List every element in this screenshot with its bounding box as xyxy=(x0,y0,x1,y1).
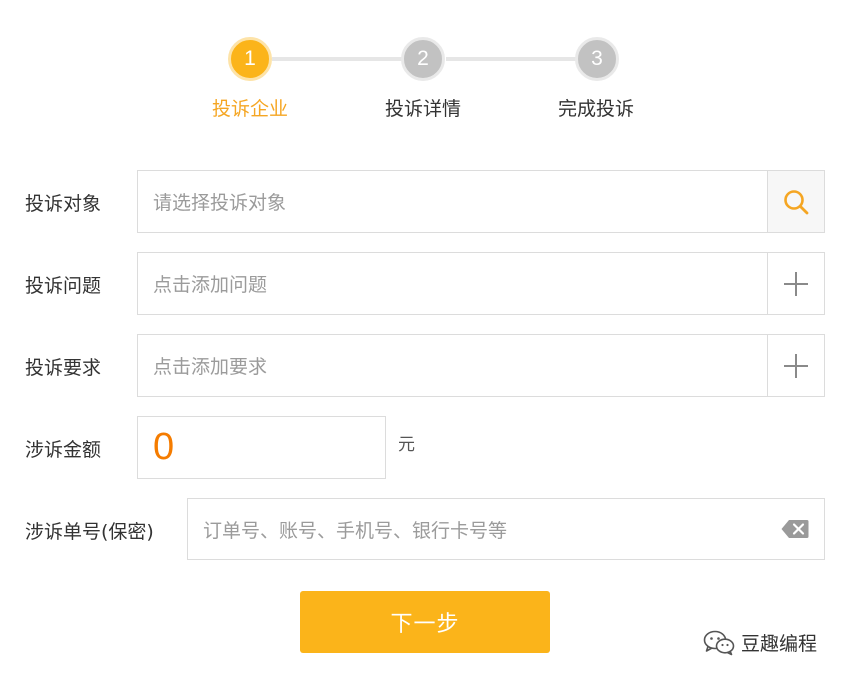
search-icon xyxy=(784,189,809,214)
step-3-circle: 3 xyxy=(575,37,619,81)
search-button[interactable] xyxy=(767,171,824,232)
step-1-label: 投诉企业 xyxy=(211,98,288,120)
order-no-placeholder: 订单号、账号、手机号、银行卡号等 xyxy=(203,519,508,542)
issue-label: 投诉问题 xyxy=(25,275,102,297)
amount-value: 0 xyxy=(153,426,175,468)
clear-icon[interactable] xyxy=(781,519,809,539)
step-2-label: 投诉详情 xyxy=(384,98,461,120)
step-1-circle: 1 xyxy=(228,37,272,81)
step-connector xyxy=(272,57,402,61)
issue-placeholder: 点击添加问题 xyxy=(153,274,268,296)
demand-label: 投诉要求 xyxy=(25,357,102,379)
add-issue-button[interactable] xyxy=(767,253,824,314)
order-no-input[interactable]: 订单号、账号、手机号、银行卡号等 xyxy=(187,498,825,560)
step-2-circle: 2 xyxy=(401,37,445,81)
amount-label: 涉诉金额 xyxy=(25,439,102,461)
step-connector xyxy=(446,57,576,61)
step-3-label: 完成投诉 xyxy=(557,98,634,120)
progress-stepper: 1 2 3 投诉企业 投诉详情 完成投诉 xyxy=(0,0,854,130)
plus-icon xyxy=(784,271,808,296)
order-no-label: 涉诉单号(保密) xyxy=(25,521,154,543)
issue-field[interactable]: 点击添加问题 xyxy=(137,252,825,315)
demand-placeholder: 点击添加要求 xyxy=(153,356,268,378)
amount-input[interactable]: 0 xyxy=(137,416,386,479)
target-placeholder: 请选择投诉对象 xyxy=(153,192,287,214)
watermark: 豆趣编程 xyxy=(703,629,817,656)
demand-field[interactable]: 点击添加要求 xyxy=(137,334,825,397)
watermark-text: 豆趣编程 xyxy=(741,633,818,655)
next-step-button[interactable]: 下一步 xyxy=(300,591,550,653)
target-select[interactable]: 请选择投诉对象 xyxy=(137,170,825,233)
wechat-icon xyxy=(703,630,735,655)
amount-unit: 元 xyxy=(398,435,415,455)
target-label: 投诉对象 xyxy=(25,193,102,215)
plus-icon xyxy=(784,353,808,378)
add-demand-button[interactable] xyxy=(767,335,824,396)
